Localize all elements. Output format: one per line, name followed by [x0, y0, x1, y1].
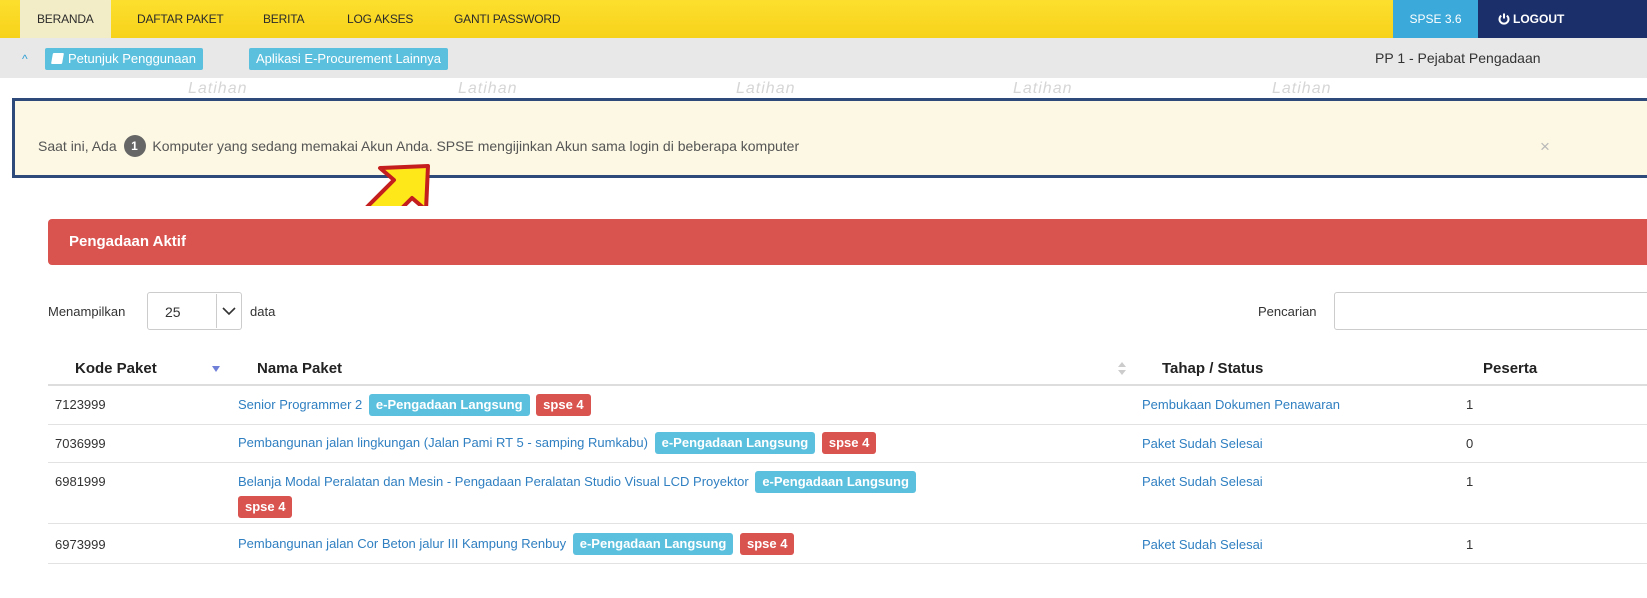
- search-input[interactable]: [1334, 292, 1647, 330]
- package-name: Belanja Modal Peralatan dan Mesin - Peng…: [238, 474, 749, 489]
- watermark: Latihan: [1272, 80, 1332, 97]
- chevron-up-icon[interactable]: ^: [22, 52, 28, 66]
- panel-title: Pengadaan Aktif: [48, 219, 1647, 265]
- row-kode: 6981999: [55, 474, 106, 489]
- sub-bar: ^ Petunjuk Penggunaan Aplikasi E-Procure…: [0, 38, 1647, 78]
- participant-count: 1: [1466, 474, 1474, 489]
- package-name-link[interactable]: Belanja Modal Peralatan dan Mesin - Peng…: [238, 471, 916, 493]
- other-apps-button[interactable]: Aplikasi E-Procurement Lainnya: [249, 48, 448, 70]
- watermark: Latihan: [736, 80, 796, 97]
- header-kode-paket[interactable]: Kode Paket: [75, 360, 157, 377]
- method-badge: e-Pengadaan Langsung: [572, 533, 734, 555]
- guide-button[interactable]: Petunjuk Penggunaan: [45, 48, 203, 70]
- close-icon[interactable]: ×: [1540, 137, 1550, 157]
- row-kode: 7036999: [55, 436, 106, 451]
- package-name: Pembangunan jalan Cor Beton jalur III Ka…: [238, 536, 567, 551]
- session-alert: Saat ini, Ada 1 Komputer yang sedang mem…: [12, 98, 1647, 178]
- nav-log-akses[interactable]: LOG AKSES: [347, 0, 413, 38]
- method-badge: e-Pengadaan Langsung: [654, 432, 816, 454]
- stage-link[interactable]: Pembukaan Dokumen Penawaran: [1142, 397, 1340, 412]
- header-peserta[interactable]: Peserta: [1483, 360, 1537, 377]
- watermark: Latihan: [188, 80, 248, 97]
- alert-suffix: Komputer yang sedang memakai Akun Anda. …: [152, 138, 800, 154]
- participant-count: 1: [1466, 397, 1474, 412]
- sort-icon[interactable]: [1118, 362, 1126, 376]
- sort-desc-icon[interactable]: [212, 366, 220, 372]
- search-label: Pencarian: [1258, 304, 1317, 319]
- header-divider: [48, 384, 1647, 386]
- row-divider: [48, 462, 1647, 463]
- row-divider: [48, 424, 1647, 425]
- spse-badge: spse 4: [536, 394, 591, 416]
- alert-prefix: Saat ini, Ada: [38, 138, 117, 154]
- watermark: Latihan: [458, 80, 518, 97]
- package-name: Senior Programmer 2: [238, 397, 363, 412]
- page-size-label: Menampilkan: [48, 304, 126, 319]
- page-size-select[interactable]: 25: [147, 292, 242, 330]
- nav-ganti-password[interactable]: GANTI PASSWORD: [454, 0, 561, 38]
- spse-badge: spse 4: [238, 496, 293, 518]
- logout-label: LOGOUT: [1513, 12, 1565, 26]
- package-name-link[interactable]: Pembangunan jalan lingkungan (Jalan Pami…: [238, 432, 877, 454]
- page-size-suffix: data: [250, 304, 276, 319]
- header-nama-paket[interactable]: Nama Paket: [257, 360, 342, 377]
- method-badge: e-Pengadaan Langsung: [755, 471, 916, 493]
- version-badge[interactable]: SPSE 3.6: [1393, 0, 1478, 38]
- alert-message: Saat ini, Ada 1 Komputer yang sedang mem…: [38, 135, 799, 157]
- session-count-badge: 1: [123, 135, 146, 157]
- power-icon: [1498, 13, 1510, 25]
- logout-button[interactable]: LOGOUT: [1478, 0, 1647, 38]
- row-kode: 6973999: [55, 537, 106, 552]
- nav-berita[interactable]: BERITA: [263, 0, 304, 38]
- participant-count: 1: [1466, 537, 1474, 552]
- spse-badge: spse 4: [740, 533, 795, 555]
- package-name: Pembangunan jalan lingkungan (Jalan Pami…: [238, 435, 648, 450]
- nav-daftar-paket[interactable]: DAFTAR PAKET: [137, 0, 224, 38]
- row-kode: 7123999: [55, 397, 106, 412]
- row-divider: [48, 563, 1647, 564]
- method-badge: e-Pengadaan Langsung: [368, 394, 530, 416]
- top-navbar: BERANDA DAFTAR PAKET BERITA LOG AKSES GA…: [0, 0, 1647, 38]
- package-name-link[interactable]: Pembangunan jalan Cor Beton jalur III Ka…: [238, 533, 795, 555]
- package-tags-wrap: spse 4: [235, 496, 293, 518]
- stage-link[interactable]: Paket Sudah Selesai: [1142, 436, 1263, 451]
- guide-label: Petunjuk Penggunaan: [68, 51, 196, 66]
- watermark: Latihan: [1013, 80, 1073, 97]
- nav-beranda[interactable]: BERANDA: [20, 0, 111, 38]
- book-icon: [51, 53, 64, 64]
- row-divider: [48, 523, 1647, 524]
- chevron-down-icon: [216, 294, 242, 328]
- package-name-link[interactable]: Senior Programmer 2 e-Pengadaan Langsung…: [238, 394, 591, 416]
- participant-count: 0: [1466, 436, 1474, 451]
- header-tahap-status[interactable]: Tahap / Status: [1162, 360, 1263, 377]
- user-role: PP 1 - Pejabat Pengadaan: [1375, 50, 1541, 66]
- page-size-value: 25: [165, 304, 181, 320]
- stage-link[interactable]: Paket Sudah Selesai: [1142, 474, 1263, 489]
- spse-badge: spse 4: [821, 432, 877, 454]
- stage-link[interactable]: Paket Sudah Selesai: [1142, 537, 1263, 552]
